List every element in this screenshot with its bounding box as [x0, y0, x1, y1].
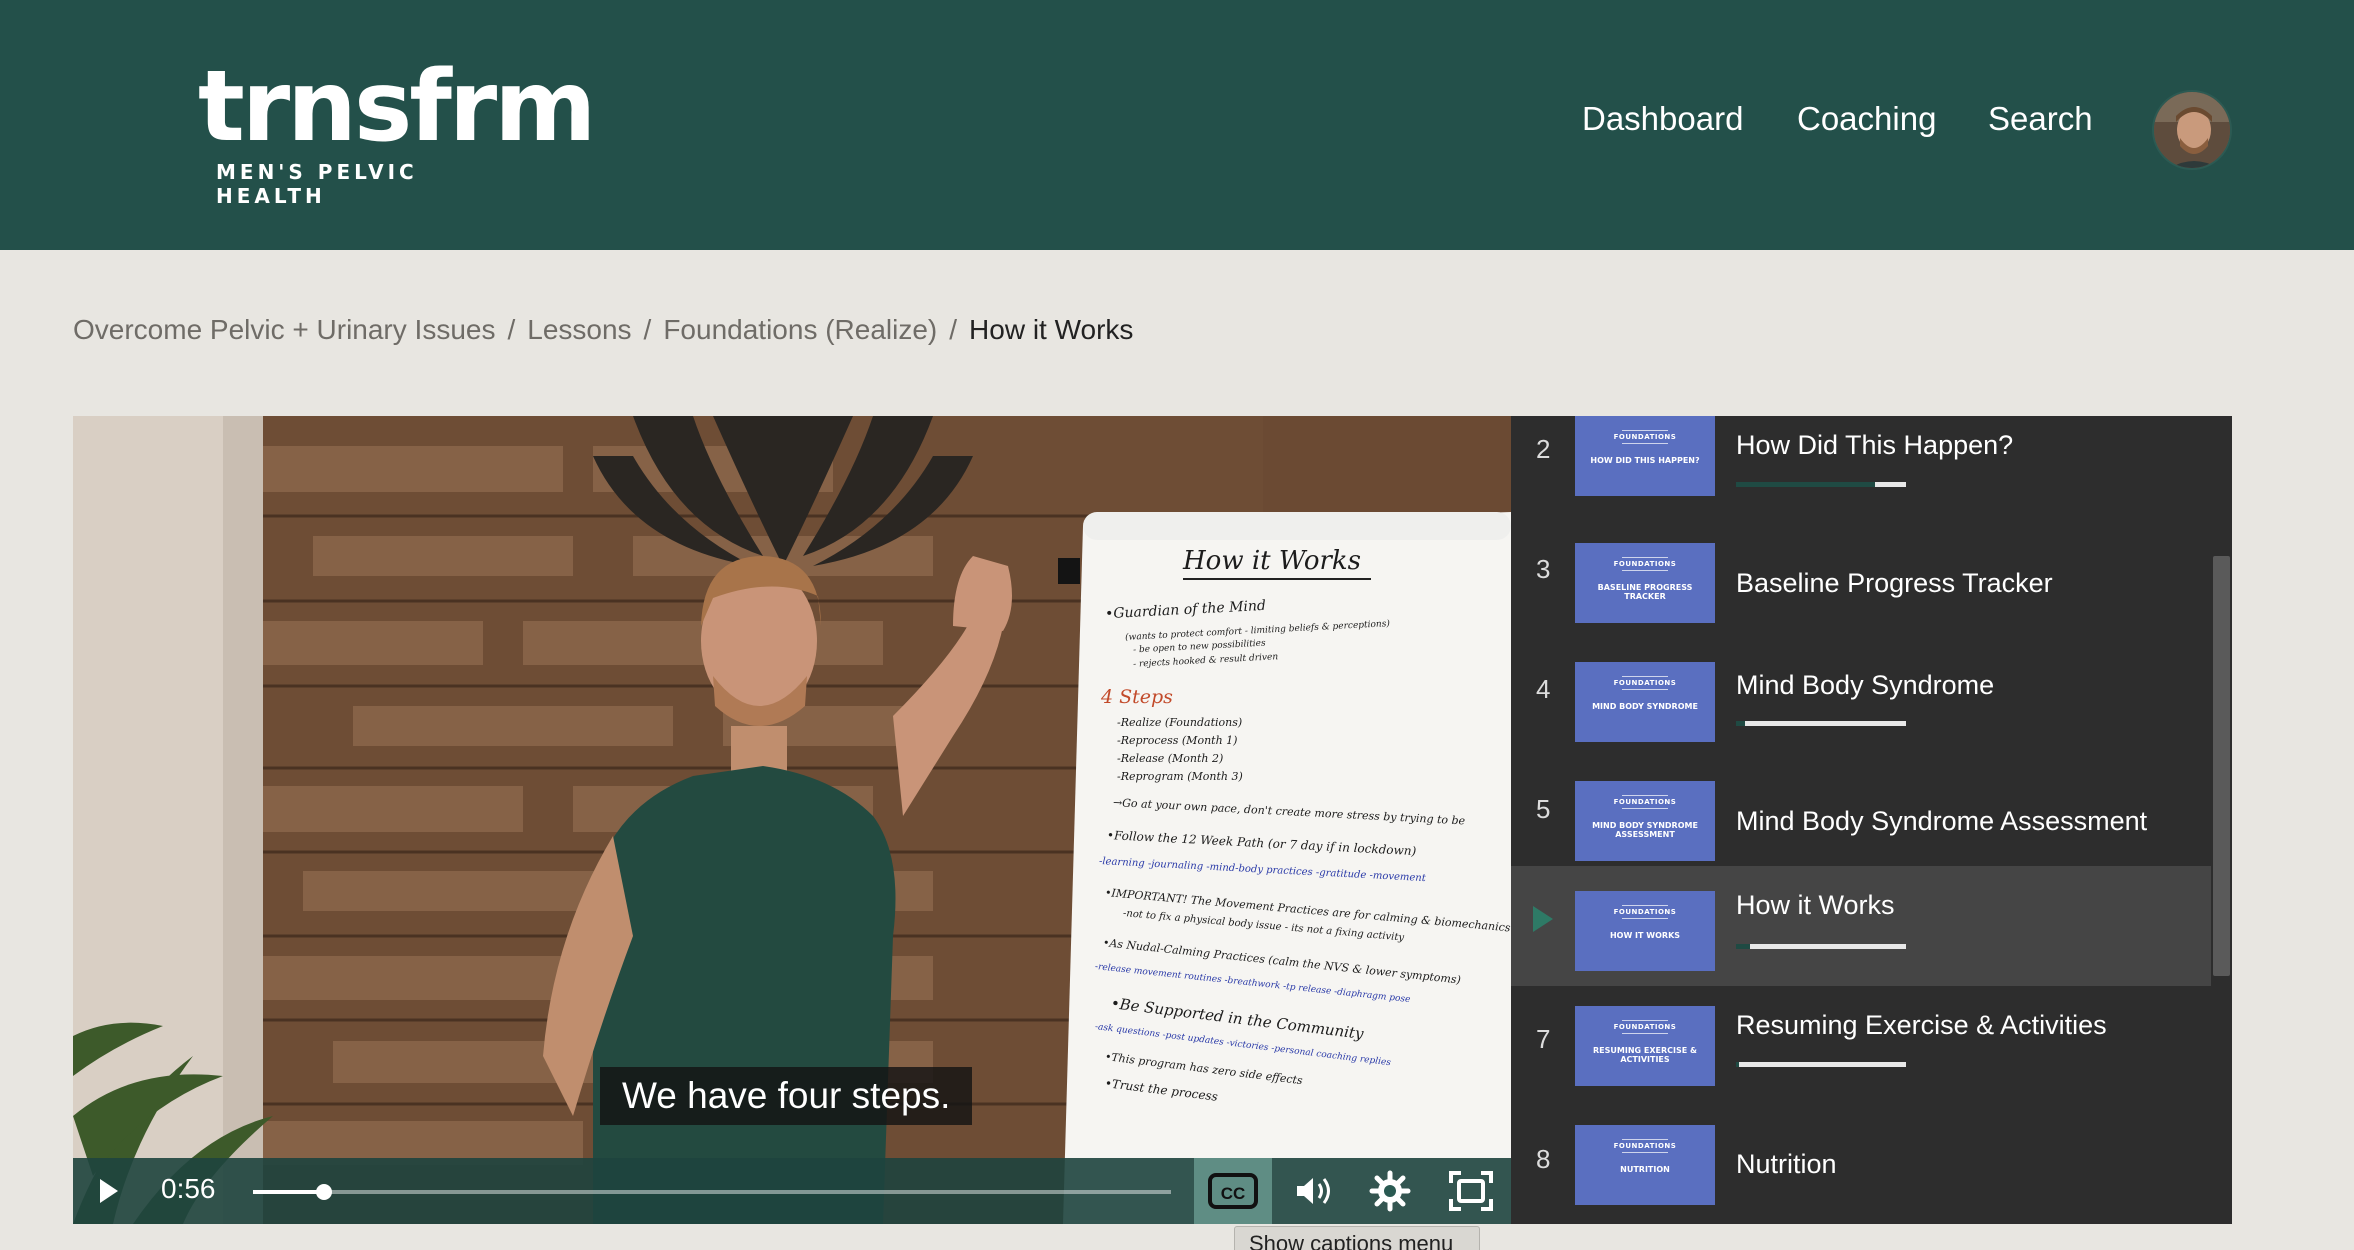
svg-text:CC: CC: [1221, 1184, 1246, 1203]
lesson-progress: [1736, 721, 1906, 726]
breadcrumb-separator: /: [643, 314, 652, 345]
whiteboard-note: •Guardian of the Mind: [1104, 597, 1267, 623]
progress-bar[interactable]: [253, 1184, 1171, 1200]
playlist-item[interactable]: 7 FOUNDATIONS RESUMING EXERCISE & ACTIVI…: [1511, 986, 2211, 1106]
settings-button[interactable]: [1368, 1169, 1412, 1213]
lesson-progress: [1736, 1062, 1906, 1067]
current-time: 0:56: [161, 1173, 216, 1204]
lesson-title: How it Works: [1736, 890, 1895, 920]
lesson-thumbnail: FOUNDATIONS HOW IT WORKS: [1575, 891, 1715, 971]
lesson-number: 2: [1536, 434, 1551, 464]
user-avatar[interactable]: [2152, 90, 2232, 170]
playlist-scrollbar-thumb[interactable]: [2213, 556, 2230, 976]
lesson-thumbnail: FOUNDATIONS MIND BODY SYNDROME: [1575, 662, 1715, 742]
lesson-progress: [1736, 944, 1906, 949]
breadcrumb: Overcome Pelvic + Urinary Issues / Lessons…: [73, 314, 1133, 346]
breadcrumb-separator: /: [949, 314, 958, 345]
progress-fill: [253, 1190, 324, 1194]
video-caption: We have four steps.: [600, 1067, 973, 1125]
play-button[interactable]: [91, 1174, 125, 1208]
breadcrumb-lessons[interactable]: Lessons: [527, 314, 631, 345]
gear-icon: [1369, 1170, 1411, 1212]
playlist-item[interactable]: 4 FOUNDATIONS MIND BODY SYNDROME Mind Bo…: [1511, 636, 2211, 756]
lesson-thumbnail: FOUNDATIONS HOW DID THIS HAPPEN?: [1575, 416, 1715, 496]
nav-dashboard[interactable]: Dashboard: [1582, 100, 1743, 138]
whiteboard-title: How it Works: [1183, 546, 1372, 580]
whiteboard-note: -Release (Month 2): [1117, 752, 1224, 765]
lesson-number: 4: [1536, 674, 1551, 704]
progress-handle[interactable]: [315, 1184, 332, 1200]
cc-icon: CC: [1208, 1173, 1258, 1209]
whiteboard-note: •Follow the 12 Week Path (or 7 day if in…: [1106, 828, 1417, 859]
lesson-thumbnail: FOUNDATIONS RESUMING EXERCISE & ACTIVITI…: [1575, 1006, 1715, 1086]
whiteboard-note: →Go at your own pace, don't create more …: [1112, 796, 1466, 828]
lesson-title: Baseline Progress Tracker: [1736, 568, 2053, 598]
playlist-item-current[interactable]: FOUNDATIONS HOW IT WORKS How it Works: [1511, 866, 2211, 986]
lesson-number: 3: [1536, 554, 1551, 584]
whiteboard-note: •Trust the process: [1104, 1076, 1219, 1104]
breadcrumb-module[interactable]: Foundations (Realize): [663, 314, 937, 345]
lesson-title: Nutrition: [1736, 1149, 1837, 1179]
lesson-progress: [1736, 482, 1906, 487]
volume-icon: [1297, 1178, 1330, 1204]
breadcrumb-course[interactable]: Overcome Pelvic + Urinary Issues: [73, 314, 495, 345]
site-header: trnsfrm MEN'S PELVIC HEALTH Dashboard Co…: [0, 0, 2354, 250]
breadcrumb-current: How it Works: [969, 314, 1134, 345]
whiteboard-note: •As Nudal-Calming Practices (calm the NV…: [1102, 936, 1462, 987]
video-player[interactable]: How it Works •Guardian of the Mind (want…: [73, 416, 1511, 1224]
lesson-thumbnail: FOUNDATIONS NUTRITION: [1575, 1125, 1715, 1205]
whiteboard-note: -Reprogram (Month 3): [1117, 770, 1243, 783]
whiteboard-note: 4 Steps: [1101, 686, 1173, 708]
lesson-title: How Did This Happen?: [1736, 430, 2014, 460]
volume-button[interactable]: [1291, 1170, 1337, 1212]
lesson-number: 7: [1536, 1024, 1551, 1054]
trnsfrm-logo[interactable]: trnsfrm MEN'S PELVIC HEALTH: [198, 50, 596, 208]
nav-coaching[interactable]: Coaching: [1797, 100, 1936, 138]
lesson-number: 8: [1536, 1144, 1551, 1174]
lesson-title: Mind Body Syndrome Assessment: [1736, 806, 2148, 836]
whiteboard-note: -Realize (Foundations): [1117, 716, 1243, 729]
whiteboard: How it Works •Guardian of the Mind (want…: [1083, 516, 1511, 1156]
whiteboard-note: -Reprocess (Month 1): [1117, 734, 1238, 747]
logo-tagline: MEN'S PELVIC HEALTH: [216, 160, 418, 208]
player-controls: 0:56 CC: [73, 1158, 1511, 1224]
playlist-item[interactable]: 3 FOUNDATIONS BASELINE PROGRESS TRACKER …: [1511, 516, 2211, 636]
captions-tooltip: Show captions menu: [1234, 1226, 1480, 1250]
breadcrumb-separator: /: [507, 314, 516, 345]
whiteboard-note: - rejects hooked & result driven: [1132, 652, 1279, 670]
lesson-thumbnail: FOUNDATIONS BASELINE PROGRESS TRACKER: [1575, 543, 1715, 623]
lesson-title: Resuming Exercise & Activities: [1736, 1010, 2107, 1040]
nav-search[interactable]: Search: [1988, 100, 2093, 138]
fullscreen-icon: [1449, 1171, 1493, 1211]
playlist-item[interactable]: 8 FOUNDATIONS NUTRITION Nutrition: [1511, 1106, 2211, 1224]
fullscreen-button[interactable]: [1447, 1169, 1495, 1213]
now-playing-icon: [1533, 906, 1553, 932]
logo-wordmark: trnsfrm: [198, 50, 596, 164]
play-icon: [100, 1179, 118, 1203]
lesson-number: 5: [1536, 794, 1551, 824]
lesson-playlist: 2 FOUNDATIONS HOW DID THIS HAPPEN? How D…: [1511, 416, 2232, 1224]
whiteboard-note: -learning -journaling -mind-body practic…: [1098, 856, 1427, 885]
captions-button[interactable]: CC: [1194, 1158, 1272, 1224]
playlist-item[interactable]: 2 FOUNDATIONS HOW DID THIS HAPPEN? How D…: [1511, 416, 2211, 516]
lesson-title: Mind Body Syndrome: [1736, 670, 1995, 700]
playlist-item[interactable]: 5 FOUNDATIONS MIND BODY SYNDROME ASSESSM…: [1511, 756, 2211, 876]
lesson-thumbnail: FOUNDATIONS MIND BODY SYNDROME ASSESSMEN…: [1575, 781, 1715, 861]
